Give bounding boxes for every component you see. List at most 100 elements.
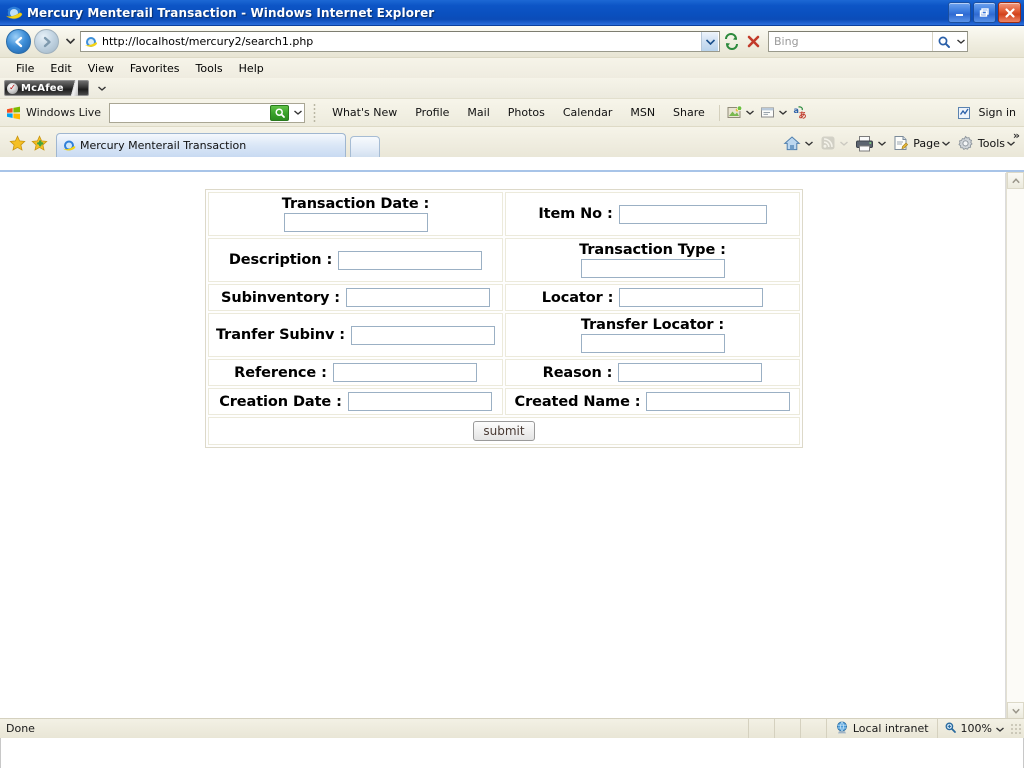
menu-item-tools[interactable]: Tools (188, 60, 231, 77)
cell-reference: Reference : (208, 359, 503, 386)
signin-icon[interactable] (954, 104, 974, 122)
windows-live-search-input[interactable] (109, 102, 306, 123)
cell-subinventory: Subinventory : (208, 284, 503, 311)
page-icon[interactable] (891, 133, 911, 153)
created-name-input[interactable] (646, 392, 791, 411)
close-button[interactable] (998, 2, 1021, 23)
menu-item-file[interactable]: File (8, 60, 42, 77)
history-dropdown-button[interactable] (63, 37, 77, 47)
creation-date-input[interactable] (347, 392, 492, 411)
windows-live-search-magnifier-icon[interactable] (270, 104, 290, 121)
reason-input[interactable] (618, 363, 763, 382)
description-label: Description : (228, 252, 333, 268)
scroll-down-button[interactable] (1007, 702, 1024, 719)
table-row: Tranfer Subinv : Transfer Locator : (208, 313, 800, 357)
mcafee-dropdown-icon[interactable] (97, 84, 106, 93)
windows-live-toolbar: Windows Live What's New Profile Mail Pho… (0, 99, 1024, 127)
rss-icon[interactable] (818, 133, 838, 153)
window-title: Mercury Menterail Transaction - Windows … (27, 5, 435, 20)
zoom-control[interactable]: 100% (936, 718, 1010, 739)
description-input[interactable] (338, 250, 483, 270)
subinventory-label: Subinventory : (221, 289, 340, 306)
submit-button[interactable]: submit (473, 421, 535, 442)
minimize-button[interactable] (948, 2, 971, 23)
windows-live-link-profile[interactable]: Profile (406, 106, 458, 119)
printer-icon[interactable] (853, 133, 876, 153)
windows-live-link-share[interactable]: Share (664, 106, 714, 119)
scroll-up-button[interactable] (1007, 172, 1024, 189)
table-row: Reference : Reason : (208, 359, 800, 386)
windows-live-label: Windows Live (26, 106, 102, 119)
menu-item-help[interactable]: Help (231, 60, 272, 77)
stop-button[interactable] (742, 31, 764, 53)
page-content-area: Transaction Date : Item No : Description… (0, 170, 1024, 719)
creation-date-label: Creation Date : (219, 393, 342, 410)
internet-explorer-icon (62, 139, 77, 153)
windows-live-link-whats-new[interactable]: What's New (323, 106, 406, 119)
page-dropdown-icon[interactable] (941, 139, 950, 148)
menu-item-favorites[interactable]: Favorites (122, 60, 188, 77)
home-icon[interactable] (781, 133, 803, 153)
search-placeholder: Bing (774, 35, 799, 48)
transfer-locator-input[interactable] (580, 334, 725, 353)
note-dropdown-icon[interactable] (778, 108, 787, 117)
item-no-input[interactable] (618, 204, 767, 224)
scrollbar-track[interactable] (1007, 189, 1024, 702)
gear-icon[interactable] (955, 133, 976, 153)
resize-grip[interactable] (1010, 722, 1022, 735)
menu-item-edit[interactable]: Edit (42, 60, 79, 77)
created-name-label: Created Name : (514, 393, 641, 410)
menu-bar: File Edit View Favorites Tools Help (0, 58, 1024, 78)
address-input[interactable]: http://localhost/mercury2/search1.php (80, 31, 720, 52)
photo-upload-dropdown-icon[interactable] (745, 108, 754, 117)
translate-icon[interactable]: a あ (791, 104, 811, 122)
toolbar-grip[interactable] (313, 102, 317, 123)
transfer-subinv-input[interactable] (351, 325, 496, 345)
table-row: Creation Date : Created Name : (208, 388, 800, 415)
windows-live-link-calendar[interactable]: Calendar (554, 106, 621, 119)
windows-live-search-dropdown-icon[interactable] (291, 108, 304, 117)
status-bar: Done Local intranet 100% (0, 718, 1024, 739)
menu-item-view[interactable]: View (80, 60, 122, 77)
photo-upload-icon[interactable] (725, 104, 745, 122)
star-icon[interactable] (6, 132, 28, 154)
tools-label[interactable]: Tools (978, 137, 1005, 150)
item-no-label: Item No : (538, 206, 613, 222)
tab-mercury-menterail-transaction[interactable]: Mercury Menterail Transaction (56, 133, 346, 157)
reference-input[interactable] (332, 363, 477, 382)
address-dropdown-button[interactable] (701, 32, 718, 51)
cell-item-no: Item No : (505, 192, 800, 236)
search-magnifier-icon[interactable] (932, 32, 954, 51)
back-button[interactable] (6, 29, 31, 54)
mcafee-slant-decoration (68, 80, 78, 96)
locator-input[interactable] (619, 288, 764, 307)
windows-live-link-photos[interactable]: Photos (499, 106, 554, 119)
address-url-text: http://localhost/mercury2/search1.php (102, 35, 314, 48)
subinventory-input[interactable] (346, 288, 490, 307)
globe-icon (835, 720, 849, 737)
star-plus-icon[interactable] (28, 132, 50, 154)
windows-live-link-mail[interactable]: Mail (458, 106, 498, 119)
vertical-scrollbar[interactable] (1006, 172, 1024, 719)
new-tab-button[interactable] (350, 136, 380, 157)
page-label[interactable]: Page (913, 137, 940, 150)
home-dropdown-icon[interactable] (805, 139, 814, 148)
mcafee-button[interactable]: ✓ McAfee (4, 80, 89, 96)
restore-button[interactable] (973, 2, 996, 23)
printer-dropdown-icon[interactable] (878, 139, 887, 148)
zoom-dropdown-icon[interactable] (996, 722, 1004, 735)
transaction-form-body: Transaction Date : Item No : Description… (208, 192, 800, 446)
windows-live-link-msn[interactable]: MSN (621, 106, 664, 119)
transaction-type-input[interactable] (580, 259, 725, 278)
status-segment (773, 718, 800, 739)
security-zone[interactable]: Local intranet (825, 718, 937, 739)
transaction-date-input[interactable] (283, 213, 428, 232)
double-chevron-icon[interactable]: » (1013, 129, 1020, 142)
refresh-button[interactable] (720, 31, 742, 53)
search-dropdown-button[interactable] (954, 32, 967, 51)
note-icon[interactable] (758, 104, 778, 122)
search-input[interactable]: Bing (768, 31, 968, 52)
status-text: Done (6, 722, 35, 735)
forward-button[interactable] (34, 29, 59, 54)
signin-label[interactable]: Sign in (978, 106, 1016, 119)
